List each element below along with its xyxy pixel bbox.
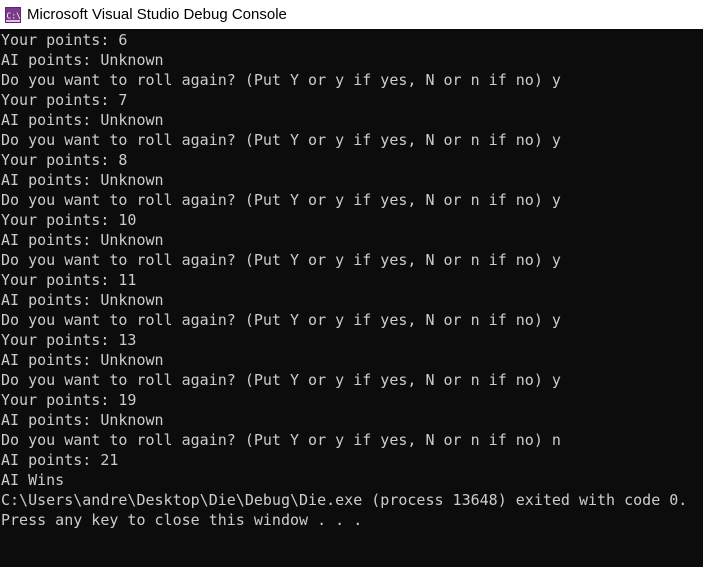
console-line: Do you want to roll again? (Put Y or y i…	[1, 131, 561, 149]
console-line: AI points: Unknown	[1, 351, 164, 369]
console-line: Your points: 19	[1, 391, 137, 409]
console-line: AI points: Unknown	[1, 171, 164, 189]
console-line: AI points: Unknown	[1, 51, 164, 69]
debug-console-window: C:\ Microsoft Visual Studio Debug Consol…	[0, 0, 703, 567]
console-output[interactable]: Your points: 6 AI points: Unknown Do you w…	[0, 29, 703, 567]
console-line: AI points: Unknown	[1, 291, 164, 309]
console-line: Your points: 10	[1, 211, 137, 229]
window-title: Microsoft Visual Studio Debug Console	[27, 6, 287, 23]
console-line: AI points: 21	[1, 451, 119, 469]
console-line: AI points: Unknown	[1, 411, 164, 429]
title-bar[interactable]: C:\ Microsoft Visual Studio Debug Consol…	[0, 0, 703, 29]
console-line: Press any key to close this window . . .	[1, 511, 363, 529]
console-line: Your points: 13	[1, 331, 137, 349]
console-line: Your points: 8	[1, 151, 128, 169]
svg-text:C:\: C:\	[7, 11, 22, 20]
console-line: AI Wins	[1, 471, 65, 489]
console-line: Your points: 11	[1, 271, 137, 289]
console-line: Do you want to roll again? (Put Y or y i…	[1, 311, 561, 329]
console-line: AI points: Unknown	[1, 111, 164, 129]
console-line: C:\Users\andre\Desktop\Die\Debug\Die.exe…	[1, 491, 688, 509]
console-line: Do you want to roll again? (Put Y or y i…	[1, 371, 561, 389]
console-line: AI points: Unknown	[1, 231, 164, 249]
console-line: Do you want to roll again? (Put Y or y i…	[1, 191, 561, 209]
console-line: Do you want to roll again? (Put Y or y i…	[1, 251, 561, 269]
console-line: Your points: 6	[1, 31, 128, 49]
console-line: Do you want to roll again? (Put Y or y i…	[1, 71, 561, 89]
console-lines: Your points: 6 AI points: Unknown Do you w…	[0, 29, 703, 530]
console-line: Do you want to roll again? (Put Y or y i…	[1, 431, 561, 449]
console-line: Your points: 7	[1, 91, 128, 109]
visual-studio-console-icon: C:\	[5, 6, 22, 23]
